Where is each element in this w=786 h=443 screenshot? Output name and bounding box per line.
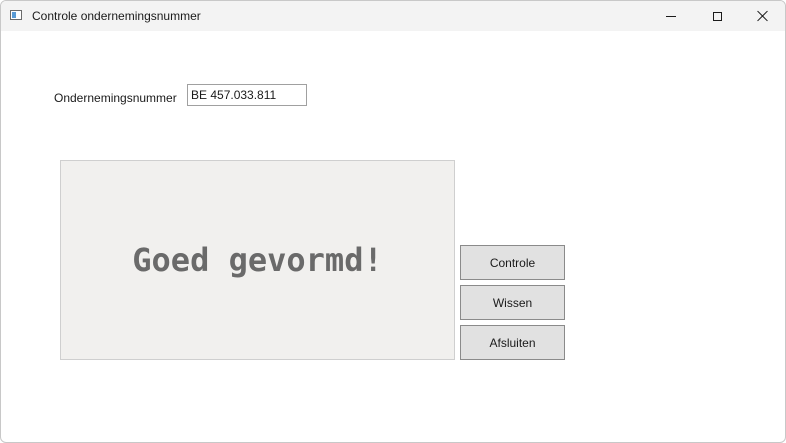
ondernemingsnummer-input[interactable] — [187, 84, 307, 106]
close-icon — [757, 10, 769, 22]
result-message: Goed gevormd! — [132, 241, 383, 279]
afsluiten-button[interactable]: Afsluiten — [460, 325, 565, 360]
maximize-icon — [712, 11, 722, 21]
app-icon-pane — [12, 12, 16, 18]
minimize-icon — [666, 15, 676, 17]
window-title: Controle ondernemingsnummer — [32, 9, 201, 23]
title-bar[interactable]: Controle ondernemingsnummer — [1, 1, 785, 31]
controle-button[interactable]: Controle — [460, 245, 565, 280]
result-panel: Goed gevormd! — [60, 160, 455, 360]
ondernemingsnummer-label: Ondernemingsnummer — [54, 91, 177, 105]
maximize-button[interactable] — [694, 1, 740, 31]
minimize-button[interactable] — [648, 1, 694, 31]
app-window: Controle ondernemingsnummer Ondernemings… — [0, 0, 786, 443]
close-button[interactable] — [740, 1, 785, 31]
app-icon[interactable] — [10, 10, 22, 20]
wissen-button[interactable]: Wissen — [460, 285, 565, 320]
